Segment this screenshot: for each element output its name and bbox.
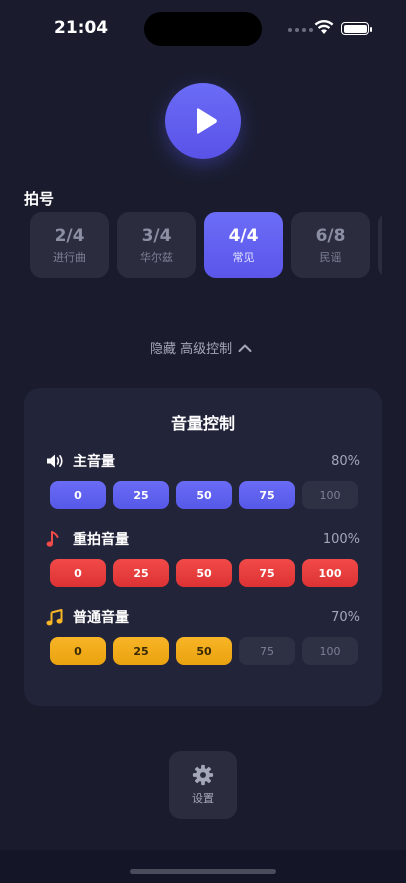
volume-step-50[interactable]: 50 (176, 481, 232, 509)
gear-icon (192, 764, 214, 786)
volume-group-name: 重拍音量 (73, 532, 129, 548)
status-time: 21:04 (54, 18, 109, 38)
music-notes-icon (46, 608, 66, 626)
volume-control-card: 音量控制 主音量 80% 0 25 50 75 100 重拍音量 100% 0 … (24, 388, 382, 706)
normal-volume-group: 普通音量 70% 0 25 50 75 100 (46, 607, 360, 665)
volume-step-25[interactable]: 25 (113, 481, 169, 509)
volume-step-100[interactable]: 100 (302, 637, 358, 665)
play-button[interactable] (165, 83, 241, 159)
chevron-up-icon (238, 344, 252, 352)
volume-percent: 100% (322, 531, 360, 547)
time-signature-name: 常见 (232, 250, 255, 264)
volume-percent: 70% (331, 609, 360, 625)
volume-step-0[interactable]: 0 (50, 481, 106, 509)
time-signature-4-4[interactable]: 4/4 常见 (204, 212, 283, 278)
master-volume-group: 主音量 80% 0 25 50 75 100 (46, 451, 360, 509)
cellular-signal-icon (288, 28, 313, 32)
dynamic-island (144, 12, 262, 46)
volume-step-100[interactable]: 100 (302, 481, 358, 509)
wifi-icon (314, 19, 334, 34)
status-bar: 21:04 (0, 0, 406, 54)
volume-step-75[interactable]: 75 (239, 481, 295, 509)
time-signature-value: 2/4 (54, 225, 85, 246)
time-signature-next[interactable] (378, 212, 382, 278)
advanced-controls-toggle[interactable]: 隐藏 高级控制 (150, 338, 252, 357)
volume-control-title: 音量控制 (170, 414, 235, 433)
time-signature-value: 4/4 (228, 225, 259, 246)
volume-step-25[interactable]: 25 (113, 637, 169, 665)
volume-step-0[interactable]: 0 (50, 637, 106, 665)
volume-step-75[interactable]: 75 (239, 559, 295, 587)
time-signature-value: 6/8 (315, 225, 346, 246)
volume-group-name: 主音量 (73, 454, 115, 470)
time-signature-name: 进行曲 (53, 250, 86, 264)
time-signature-label: 拍号 (24, 190, 55, 208)
volume-step-50[interactable]: 50 (176, 637, 232, 665)
time-signature-2-4[interactable]: 2/4 进行曲 (30, 212, 109, 278)
time-signature-name: 民谣 (319, 250, 342, 264)
accent-volume-group: 重拍音量 100% 0 25 50 75 100 (46, 529, 360, 587)
time-signature-name: 华尔兹 (140, 250, 173, 264)
time-signature-selector[interactable]: 2/4 进行曲 3/4 华尔兹 4/4 常见 6/8 民谣 (30, 212, 382, 278)
advanced-controls-label: 隐藏 高级控制 (150, 342, 233, 357)
time-signature-value: 3/4 (141, 225, 172, 246)
volume-step-100[interactable]: 100 (302, 559, 358, 587)
settings-label: 设置 (192, 792, 214, 805)
volume-group-name: 普通音量 (73, 610, 129, 626)
music-note-icon (46, 530, 66, 548)
volume-percent: 80% (331, 453, 360, 469)
play-icon (196, 108, 217, 134)
volume-step-25[interactable]: 25 (113, 559, 169, 587)
settings-button[interactable]: 设置 (169, 751, 237, 819)
volume-step-0[interactable]: 0 (50, 559, 106, 587)
volume-step-50[interactable]: 50 (176, 559, 232, 587)
home-indicator[interactable] (130, 869, 276, 874)
speaker-icon (46, 453, 66, 469)
time-signature-3-4[interactable]: 3/4 华尔兹 (117, 212, 196, 278)
battery-icon (341, 22, 372, 35)
volume-step-75[interactable]: 75 (239, 637, 295, 665)
time-signature-6-8[interactable]: 6/8 民谣 (291, 212, 370, 278)
bottom-bar (0, 850, 406, 883)
